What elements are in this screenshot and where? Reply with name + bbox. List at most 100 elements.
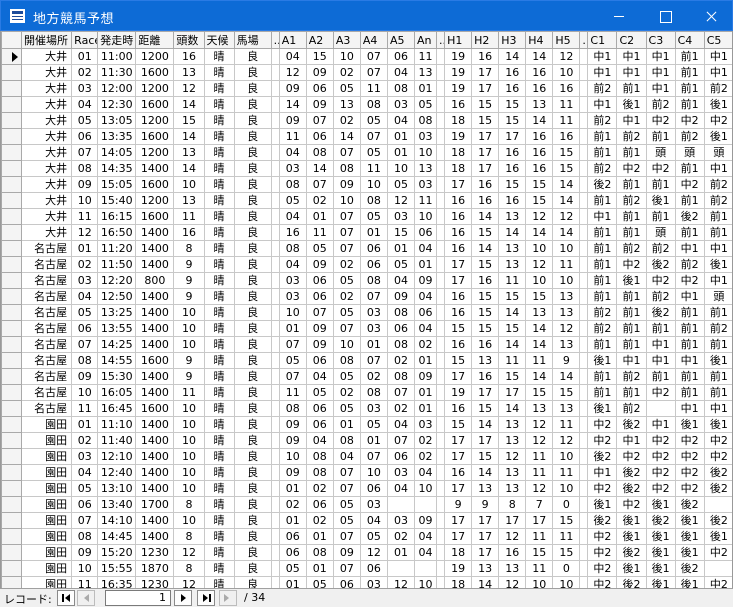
table-cell[interactable]: 10	[173, 400, 205, 417]
table-cell[interactable]: 後2	[703, 464, 732, 481]
table-row[interactable]: 園田 04 12:40 1400 10 晴良 09 08 07 10 03 04 16 14 13 11 11 中…	[1, 464, 732, 481]
table-cell[interactable]: 後1	[674, 512, 705, 529]
record-selector[interactable]	[1, 256, 23, 273]
next-record-button[interactable]	[174, 590, 192, 606]
table-cell[interactable]: 園田	[21, 512, 73, 529]
table-cell[interactable]	[579, 512, 589, 529]
table-cell[interactable]: 15	[305, 48, 334, 65]
table-cell[interactable]: 良	[233, 272, 272, 289]
table-cell[interactable]: 17	[444, 528, 473, 545]
table-cell[interactable]: 良	[233, 240, 272, 257]
table-cell[interactable]: 06	[305, 400, 334, 417]
table-cell[interactable]: 04	[71, 96, 99, 113]
column-header[interactable]: A5	[386, 31, 416, 49]
table-row[interactable]: 名古屋 06 13:55 1400 10 晴良 01 09 07 03 06 04 15 15 15 14 12…	[1, 320, 732, 337]
table-cell[interactable]: 中1	[587, 96, 618, 113]
table-cell[interactable]: 07	[332, 208, 361, 225]
table-cell[interactable]: 10	[386, 160, 416, 177]
table-cell[interactable]: 16:15	[97, 208, 137, 225]
table-cell[interactable]: 18	[444, 160, 473, 177]
table-cell[interactable]: 14	[471, 240, 500, 257]
table-cell[interactable]: 15	[525, 176, 554, 193]
table-cell[interactable]: 07	[332, 224, 361, 241]
table-cell[interactable]: 07	[305, 304, 334, 321]
table-cell[interactable]: 07	[332, 464, 361, 481]
table-cell[interactable]: 晴	[203, 320, 235, 337]
table-cell[interactable]: 07	[332, 320, 361, 337]
table-cell[interactable]: 01	[71, 416, 99, 433]
table-cell[interactable]: 10	[332, 336, 361, 353]
table-cell[interactable]: 12:50	[97, 288, 137, 305]
table-cell[interactable]: 良	[233, 80, 272, 97]
table-cell[interactable]: 0	[552, 560, 581, 577]
table-cell[interactable]	[703, 496, 732, 513]
table-cell[interactable]: 08	[305, 544, 334, 561]
table-cell[interactable]: 良	[233, 48, 272, 65]
table-cell[interactable]: 大井	[21, 176, 73, 193]
table-cell[interactable]: 08	[386, 304, 416, 321]
table-cell[interactable]: 中2	[674, 464, 705, 481]
table-row[interactable]: 園田 01 11:10 1400 10 晴良 09 06 01 05 04 03 15 14 13 12 11 中…	[1, 416, 732, 433]
table-cell[interactable]: 06	[278, 528, 307, 545]
table-cell[interactable]	[579, 208, 589, 225]
table-cell[interactable]: 02	[413, 432, 438, 449]
column-header[interactable]: A1	[278, 31, 307, 49]
table-cell[interactable]: 良	[233, 368, 272, 385]
table-cell[interactable]: 16	[525, 80, 554, 97]
table-cell[interactable]: 12	[552, 432, 581, 449]
table-cell[interactable]: 01	[71, 48, 99, 65]
table-cell[interactable]: 前1	[616, 80, 647, 97]
table-cell[interactable]	[579, 528, 589, 545]
table-cell[interactable]: 良	[233, 400, 272, 417]
table-cell[interactable]	[436, 464, 446, 481]
table-cell[interactable]: 前1	[616, 304, 647, 321]
table-cell[interactable]: 前2	[703, 80, 732, 97]
table-cell[interactable]: 中1	[587, 48, 618, 65]
table-cell[interactable]: 晴	[203, 352, 235, 369]
table-cell[interactable]: 09	[71, 368, 99, 385]
table-cell[interactable]: 後1	[616, 96, 647, 113]
table-cell[interactable]: 02	[359, 368, 388, 385]
table-cell[interactable]: 14	[525, 320, 554, 337]
table-cell[interactable]: 06	[359, 256, 388, 273]
table-cell[interactable]: 04	[413, 240, 438, 257]
table-cell[interactable]	[270, 368, 280, 385]
table-cell[interactable]: 07	[71, 512, 99, 529]
table-cell[interactable]: 14	[173, 128, 205, 145]
table-cell[interactable]: 中1	[645, 336, 676, 353]
table-cell[interactable]: 良	[233, 96, 272, 113]
table-cell[interactable]: 01	[359, 432, 388, 449]
table-cell[interactable]: 15	[525, 288, 554, 305]
table-cell[interactable]: 03	[278, 288, 307, 305]
table-cell[interactable]: 09	[386, 288, 416, 305]
table-cell[interactable]: 10	[173, 448, 205, 465]
table-cell[interactable]: 05	[71, 112, 99, 129]
table-cell[interactable]: 後2	[587, 448, 618, 465]
table-cell[interactable]: 前1	[674, 64, 705, 81]
table-cell[interactable]: 05	[71, 304, 99, 321]
table-cell[interactable]: 12:20	[97, 272, 137, 289]
table-cell[interactable]: 03	[386, 96, 416, 113]
table-cell[interactable]: 04	[386, 480, 416, 497]
table-cell[interactable]: 09	[332, 176, 361, 193]
table-cell[interactable]: 園田	[21, 496, 73, 513]
table-cell[interactable]: 09	[332, 544, 361, 561]
table-cell[interactable]: 1400	[135, 288, 175, 305]
table-cell[interactable]: 03	[386, 512, 416, 529]
table-cell[interactable]: 晴	[203, 96, 235, 113]
table-cell[interactable]: 17	[471, 64, 500, 81]
table-cell[interactable]: 中2	[645, 112, 676, 129]
table-cell[interactable]: 09	[278, 80, 307, 97]
table-cell[interactable]	[436, 416, 446, 433]
table-cell[interactable]: 13:55	[97, 320, 137, 337]
table-cell[interactable]: 0	[552, 496, 581, 513]
table-cell[interactable]: 中1	[645, 64, 676, 81]
table-cell[interactable]: 07	[278, 336, 307, 353]
table-cell[interactable]: 02	[305, 192, 334, 209]
table-cell[interactable]: 11	[71, 208, 99, 225]
table-row[interactable]: 大井 01 11:00 1200 16 晴良 04 15 10 07 06 11 19 16 14 14 12 中…	[1, 48, 732, 65]
table-cell[interactable]: 中2	[616, 448, 647, 465]
table-cell[interactable]: 前1	[587, 336, 618, 353]
table-cell[interactable]: 大井	[21, 144, 73, 161]
table-cell[interactable]: 中1	[703, 400, 732, 417]
